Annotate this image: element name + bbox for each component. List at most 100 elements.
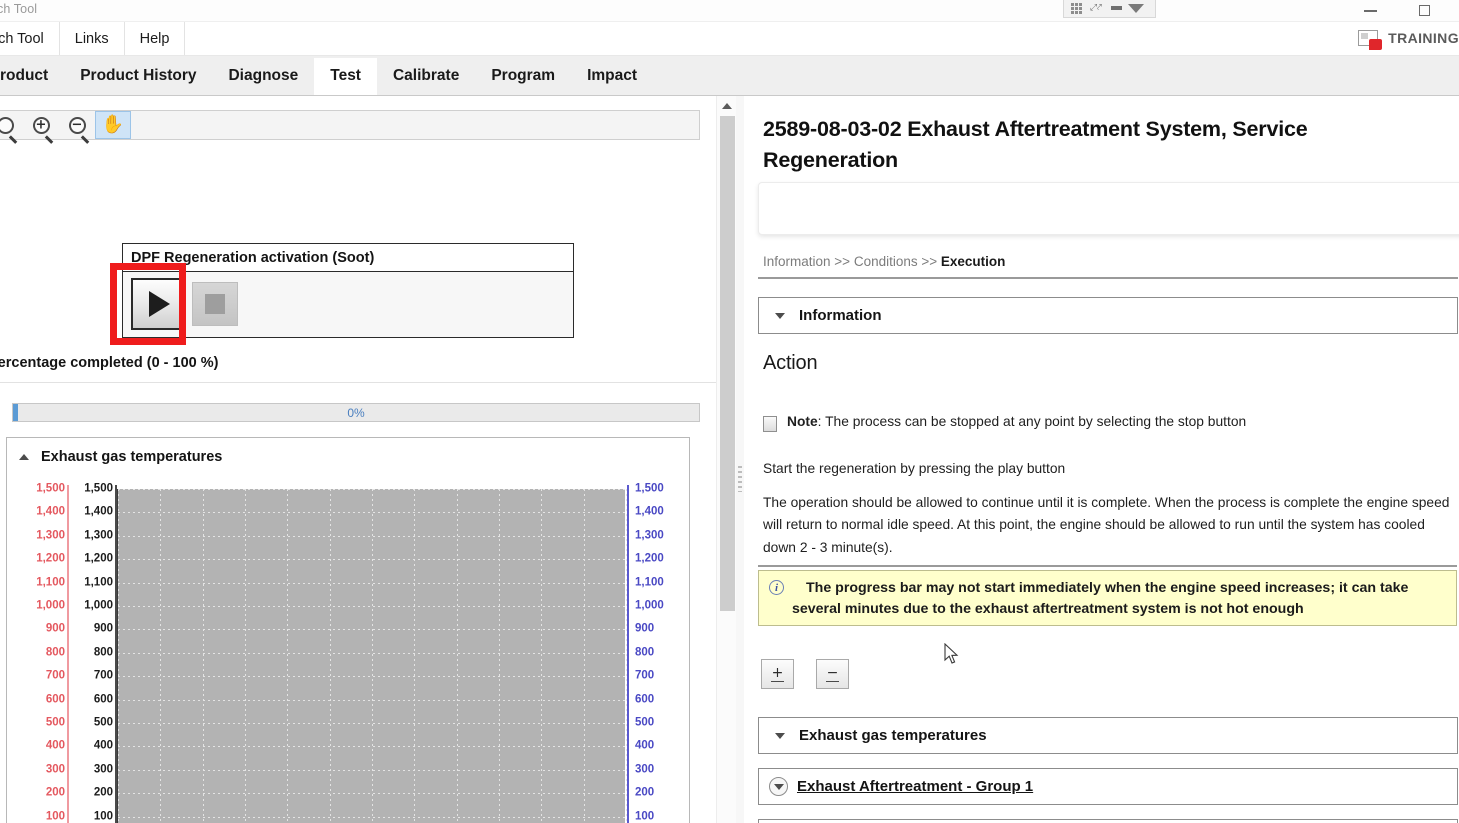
axis-tick-label: 1,500	[84, 482, 113, 495]
axis-tick-label: 400	[635, 739, 655, 752]
gridline-v	[160, 489, 162, 823]
zoom-out-icon[interactable]: −	[59, 111, 95, 139]
pan-hand-icon[interactable]: ✋	[95, 111, 131, 139]
scrollbar-thumb[interactable]	[720, 116, 735, 611]
gridline-v	[456, 489, 458, 823]
accordion-exhaust-gas-temperatures[interactable]: Exhaust gas temperatures	[758, 717, 1458, 754]
chart-plot-area[interactable]	[117, 489, 627, 823]
axis-tick-label: 1,300	[36, 529, 65, 542]
axis-tick-label: 1,400	[36, 505, 65, 518]
axis-tick-label: 1,000	[84, 599, 113, 612]
note-icon	[763, 416, 777, 432]
training-icon	[1358, 30, 1383, 50]
callout-text: The progress bar may not start immediate…	[792, 580, 1409, 618]
expand-icon[interactable]: ⤢⤤	[1088, 1, 1104, 15]
zoom-in-icon[interactable]: +	[23, 111, 59, 139]
splitter-grip[interactable]	[738, 466, 742, 492]
window-maximize-button[interactable]	[1419, 2, 1430, 16]
axis-tick-label: 300	[93, 763, 113, 776]
axis-tick-label: 600	[635, 692, 655, 705]
gridline-v	[287, 489, 289, 823]
dpf-regeneration-panel: DPF Regeneration activation (Soot)	[122, 243, 574, 338]
gridline-v	[541, 489, 543, 823]
tab-calibrate[interactable]: Calibrate	[377, 58, 475, 95]
accordion-exhaust-aftertreatment-group-1[interactable]: Exhaust Aftertreatment - Group 1	[758, 768, 1458, 805]
divider	[758, 565, 1457, 567]
page-title: 2589-08-03-02 Exhaust Aftertreatment Sys…	[763, 117, 1308, 172]
tab-product-history[interactable]: Product History	[64, 58, 212, 95]
axis-tick-label: 900	[635, 622, 655, 635]
divider	[0, 382, 716, 383]
search-input[interactable]	[758, 182, 1459, 235]
breadcrumb-information[interactable]: Information	[763, 254, 831, 269]
search-field[interactable]	[759, 183, 1459, 234]
axis-tick-label: 100	[635, 809, 655, 822]
axis-line	[115, 485, 117, 823]
axis-tick-label: 300	[635, 763, 655, 776]
gridline-v	[499, 489, 500, 823]
info-callout: i The progress bar may not start immedia…	[758, 570, 1457, 626]
caret-down-circle-icon	[769, 777, 788, 796]
collapse-all-button[interactable]: −	[816, 659, 849, 689]
axis-tick-label: 1,400	[635, 505, 664, 518]
chart-header[interactable]: Exhaust gas temperatures	[7, 438, 689, 476]
progress-label: Percentage completed (0 - 100 %)	[0, 355, 219, 371]
application-window: ech Tool ⤢⤤ ech Tool Links Help TRAINING	[0, 0, 1459, 823]
floating-toolbar[interactable]: ⤢⤤	[1063, 0, 1156, 18]
axis-tick-label: 600	[93, 692, 113, 705]
axis-tick-label: 1,400	[84, 505, 113, 518]
breadcrumb-conditions[interactable]: Conditions	[854, 254, 918, 269]
minimize-icon[interactable]	[1108, 1, 1124, 15]
chevron-down-icon[interactable]	[1128, 1, 1144, 15]
start-instruction: Start the regeneration by pressing the p…	[763, 461, 1066, 476]
exhaust-gas-temperatures-chart: Exhaust gas temperatures 1,500 1,400 1,300…	[6, 437, 690, 823]
training-indicator: TRAINING	[1358, 30, 1459, 50]
axis-tick-label: 1,100	[36, 575, 65, 588]
left-pane-scrollbar[interactable]	[716, 96, 736, 823]
caret-up-icon[interactable]	[19, 454, 29, 460]
axis-tick-label: 900	[45, 622, 65, 635]
scroll-up-button[interactable]	[719, 98, 735, 114]
pane-splitter[interactable]	[736, 96, 744, 823]
menu-item-help[interactable]: Help	[125, 22, 186, 55]
axis-tick-label: 100	[93, 809, 113, 822]
chart-right-blue-axis: 1,500 1,400 1,300 1,200 1,100 1,000 900 800 700 6…	[627, 483, 675, 823]
window-titlebar: ech Tool ⤢⤤	[0, 0, 1459, 22]
tab-program[interactable]: Program	[475, 58, 571, 95]
menu-item-links[interactable]: Links	[60, 22, 125, 55]
tab-impact[interactable]: Impact	[571, 58, 653, 95]
axis-tick-label: 800	[635, 646, 655, 659]
axis-tick-label: 400	[45, 739, 65, 752]
axis-tick-label: 900	[93, 622, 113, 635]
window-title: ech Tool	[0, 2, 38, 16]
menu-item-tech-tool[interactable]: ech Tool	[0, 22, 60, 55]
gridline-v	[414, 489, 416, 823]
test-left-pane: + − ✋ DPF Regeneration activation (Soot)	[0, 96, 716, 823]
axis-tick-label: 800	[93, 646, 113, 659]
axis-tick-label: 1,500	[36, 482, 65, 495]
zoom-fit-icon[interactable]	[0, 111, 23, 139]
accordion-information[interactable]: Information	[758, 297, 1458, 334]
stop-button[interactable]	[192, 282, 238, 326]
training-label: TRAINING	[1388, 30, 1459, 46]
axis-tick-label: 1,300	[84, 529, 113, 542]
tab-diagnose[interactable]: Diagnose	[212, 58, 314, 95]
window-minimize-button[interactable]	[1364, 2, 1377, 12]
axis-tick-label: 200	[45, 786, 65, 799]
axis-tick-label: 1,200	[635, 552, 664, 565]
axis-tick-label: 1,000	[36, 599, 65, 612]
tab-test[interactable]: Test	[314, 58, 377, 95]
play-button[interactable]	[131, 278, 183, 330]
axis-tick-label: 500	[635, 716, 655, 729]
axis-tick-label: 500	[93, 716, 113, 729]
axis-tick-label: 200	[93, 786, 113, 799]
axis-tick-label: 1,500	[635, 482, 664, 495]
grid-icon[interactable]	[1068, 1, 1084, 15]
caret-down-icon	[775, 732, 785, 739]
expand-all-button[interactable]: +	[761, 659, 794, 689]
tab-product[interactable]: roduct	[0, 58, 64, 95]
accordion-next[interactable]	[758, 819, 1458, 823]
axis-tick-label: 500	[45, 716, 65, 729]
axis-tick-label: 300	[45, 763, 65, 776]
caret-up-icon	[722, 103, 732, 109]
